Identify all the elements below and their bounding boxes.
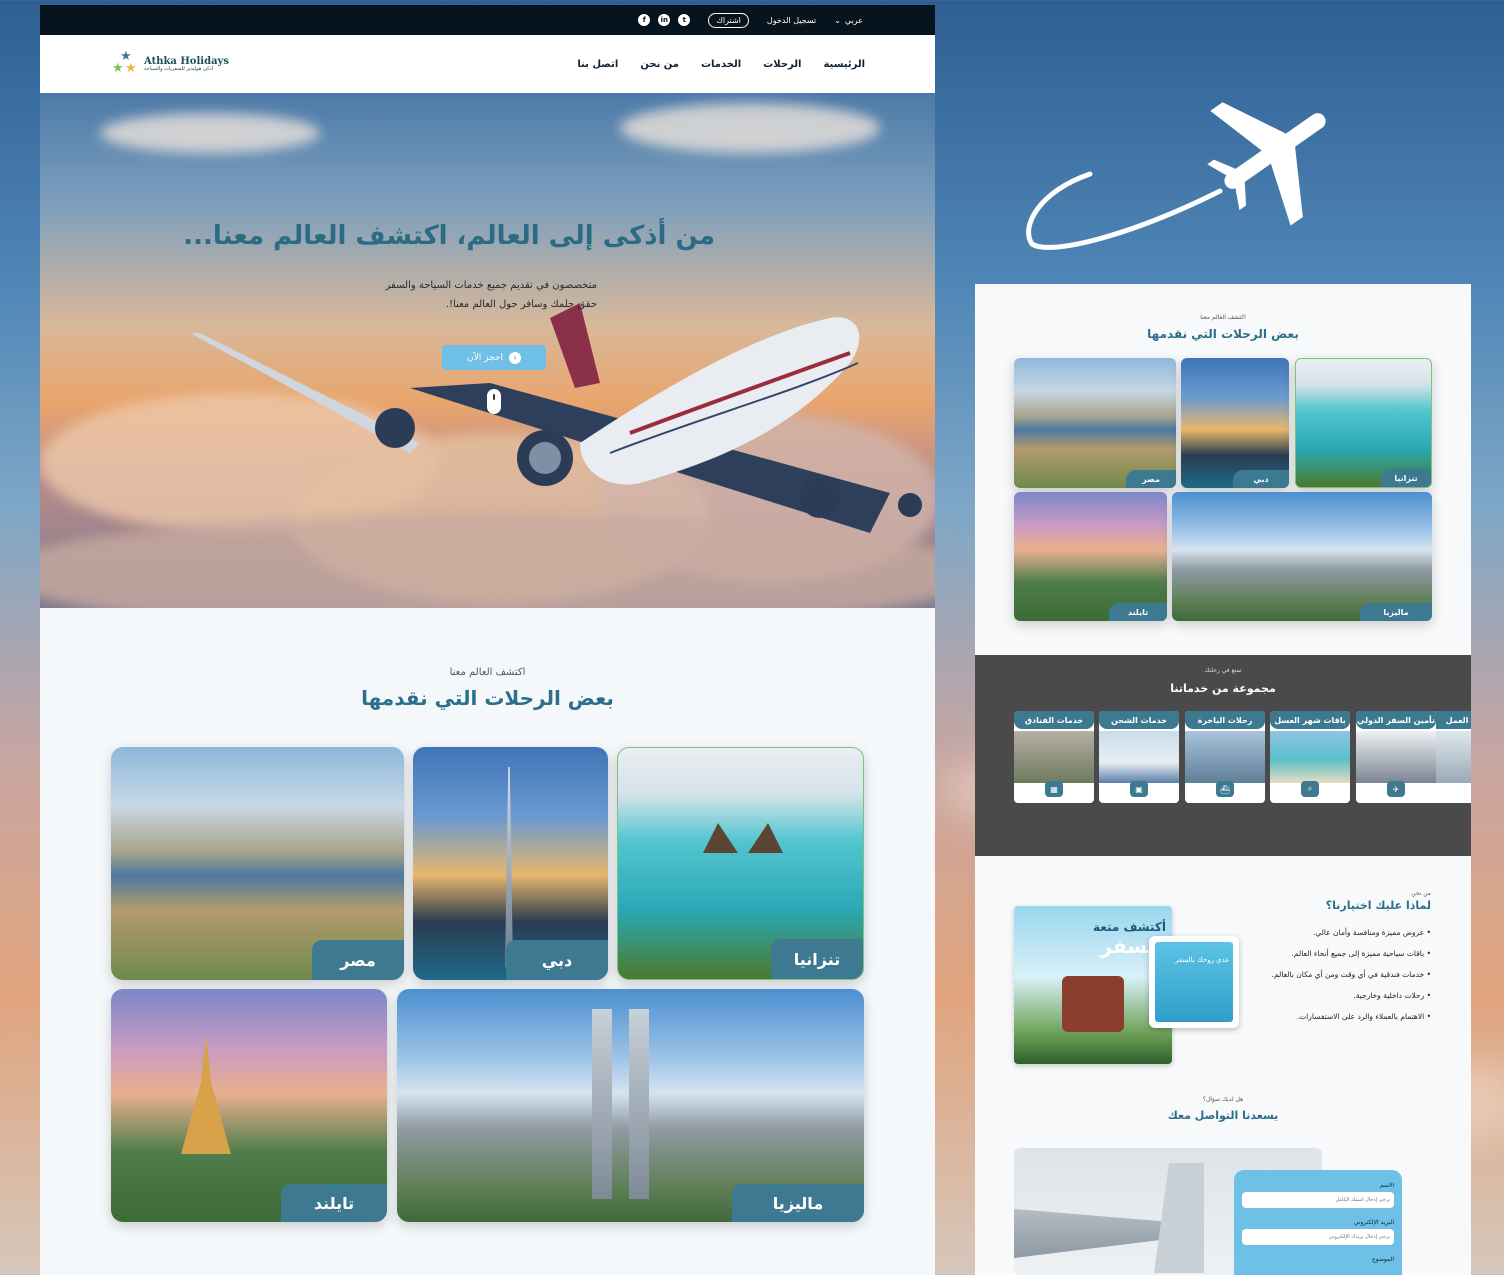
poster-small-text: غدي روحك بالسفر [1174, 956, 1229, 964]
destination-card-tanzania-small[interactable]: تنزانيا [1295, 358, 1432, 488]
language-selector[interactable]: ⌄ عربي [834, 16, 863, 25]
email-label: البريد الإلكتروني [1353, 1219, 1394, 1226]
destination-card-malaysia-small[interactable]: ماليزيا [1172, 492, 1432, 621]
scroll-mouse-icon[interactable] [487, 389, 501, 414]
service-card-title: رحلات الباخرة [1185, 711, 1265, 729]
destination-card-tanzania[interactable]: تنزانيا [617, 747, 864, 980]
service-card-hotels[interactable]: خدمات الفنادق ▦ [1014, 711, 1094, 803]
subject-label: الموضوع [1372, 1256, 1394, 1263]
trips-kicker-small: اكتشف العالم معنا [1200, 314, 1246, 321]
nav-item-home[interactable]: الرئيسية [823, 59, 865, 70]
destination-label: دبي [506, 940, 608, 980]
login-link[interactable]: تسجيل الدخول [767, 16, 816, 25]
trips-title-small: بعض الرحلات التي نقدمها [1147, 327, 1299, 341]
destination-card-malaysia[interactable]: ماليزيا [397, 989, 864, 1222]
name-label: الاسم [1379, 1182, 1394, 1189]
nav-item-services[interactable]: الخدمات [701, 59, 741, 70]
search-icon: ⌕ [1301, 781, 1319, 797]
destination-card-dubai[interactable]: دبي [413, 747, 608, 980]
destination-card-thailand[interactable]: تايلند [111, 989, 387, 1222]
language-label: عربي [844, 15, 863, 25]
trips-heading-small: اكتشف العالم معنا بعض الرحلات التي نقدمه… [975, 314, 1471, 341]
destination-label: تايلند [1109, 603, 1167, 621]
secondary-mockup: اكتشف العالم معنا بعض الرحلات التي نقدمه… [975, 284, 1471, 1275]
logo-stars-icon: ★ ★ ★ [112, 49, 137, 76]
destination-card-egypt[interactable]: مصر [111, 747, 404, 980]
linkedin-icon[interactable]: in [658, 14, 671, 26]
destination-label: تنزانيا [771, 939, 863, 979]
trips-heading: اكتشف العالم معنا بعض الرحلات التي نقدمه… [40, 667, 935, 710]
book-now-label: احجز الآن [467, 352, 503, 363]
destination-card-dubai-small[interactable]: دبي [1181, 358, 1289, 488]
logo-tagline: أذكى هوليديز للسفريات والسياحة [144, 65, 214, 72]
service-card-title: تأمين السفر الدولي [1356, 711, 1436, 729]
service-card-travel-insurance[interactable]: تأمين السفر الدولي ✈ [1356, 711, 1436, 803]
hero-subtitle-line-2: حقق حلمك وسافر حول العالم معنا!. [445, 299, 597, 310]
name-input[interactable] [1242, 1192, 1394, 1208]
hero-subtitle-line-1: متخصصون في تقديم جميع خدمات السياحة والس… [385, 280, 597, 291]
nav-menu: الرئيسية الرحلات الخدمات من نحن اتصل بنا [577, 59, 865, 70]
contact-form: الاسم البريد الإلكتروني الموضوع [1234, 1170, 1402, 1275]
site-logo[interactable]: ★ ★ ★ Athka Holidays أذكى هوليديز للسفري… [112, 49, 229, 77]
hero-section: من أذكى إلى العالم، اكتشف العالم معنا...… [40, 93, 935, 608]
email-input[interactable] [1242, 1229, 1394, 1245]
contact-heading: هل لديك سؤال؟ يسعدنا التواصل معك [975, 1096, 1471, 1122]
signup-button[interactable]: اشتراك [708, 12, 749, 28]
ship-icon: ⛴ [1216, 781, 1234, 797]
logo-name: Athka Holidays [144, 55, 229, 67]
destination-card-thailand-small[interactable]: تايلند [1014, 492, 1167, 621]
twitter-icon[interactable]: t [678, 14, 691, 26]
service-card-shipping[interactable]: خدمات الشحن ▣ [1099, 711, 1179, 803]
promo-poster-small: غدي روحك بالسفر [1149, 936, 1239, 1028]
service-card-cruise[interactable]: رحلات الباخرة ⛴ [1185, 711, 1265, 803]
why-kicker: من نحن [1411, 890, 1431, 897]
destination-label: تايلند [281, 1184, 387, 1222]
destination-card-egypt-small[interactable]: مصر [1014, 358, 1176, 488]
service-card-title: خدمات الفنادق [1014, 711, 1094, 729]
hero-subtitle: متخصصون في تقديم جميع خدمات السياحة والس… [386, 276, 597, 314]
services-kicker: تمتع في رحلتك [1204, 667, 1242, 674]
arrow-left-icon: ‹ [508, 351, 521, 364]
trips-title: بعض الرحلات التي نقدمها [361, 686, 614, 710]
person-icon: ✈ [1387, 781, 1405, 797]
suitcase-icon [1062, 976, 1124, 1032]
social-links: f in t [638, 14, 691, 26]
nav-item-trips[interactable]: الرحلات [763, 59, 801, 70]
service-card-title: باقات شهر العسل [1270, 711, 1350, 729]
chevron-down-icon: ⌄ [834, 15, 841, 25]
nav-item-contact[interactable]: اتصل بنا [577, 59, 618, 70]
facebook-icon[interactable]: f [638, 14, 651, 26]
nav-item-about[interactable]: من نحن [640, 59, 679, 70]
hotel-icon: ▦ [1045, 781, 1063, 797]
airplane-icon [1026, 102, 1326, 250]
contact-title: يسعدنا التواصل معك [1167, 1109, 1279, 1122]
desktop-mockup: f in t اشتراك تسجيل الدخول ⌄ عربي الرئيس… [40, 5, 935, 1275]
services-title: مجموعة من خدماتنا [1170, 682, 1276, 695]
hero-title: من أذكى إلى العالم، اكتشف العالم معنا... [183, 221, 715, 251]
service-card-title: خدمات الشحن [1099, 711, 1179, 729]
trips-kicker: اكتشف العالم معنا [449, 667, 526, 678]
destination-label: دبي [1233, 470, 1289, 488]
poster-title: أكتشف متعة [1092, 920, 1166, 934]
destination-label: ماليزيا [1360, 603, 1432, 621]
top-bar: f in t اشتراك تسجيل الدخول ⌄ عربي [40, 5, 935, 35]
services-section: تمتع في رحلتك مجموعة من خدماتنا العمل تأ… [975, 655, 1471, 856]
main-navbar: الرئيسية الرحلات الخدمات من نحن اتصل بنا… [40, 35, 935, 93]
contact-kicker: هل لديك سؤال؟ [1202, 1096, 1244, 1103]
service-card-honeymoon[interactable]: باقات شهر العسل ⌕ [1270, 711, 1350, 803]
hero-airplane-image [190, 303, 922, 533]
destination-label: تنزانيا [1381, 469, 1431, 487]
book-now-button[interactable]: ‹ احجز الآن [442, 345, 546, 370]
why-title: لماذا عليك اختيارنا؟ [1325, 899, 1431, 912]
destination-label: مصر [312, 940, 404, 980]
destination-label: مصر [1126, 470, 1176, 488]
truck-icon: ▣ [1130, 781, 1148, 797]
destination-label: ماليزيا [732, 1184, 864, 1222]
